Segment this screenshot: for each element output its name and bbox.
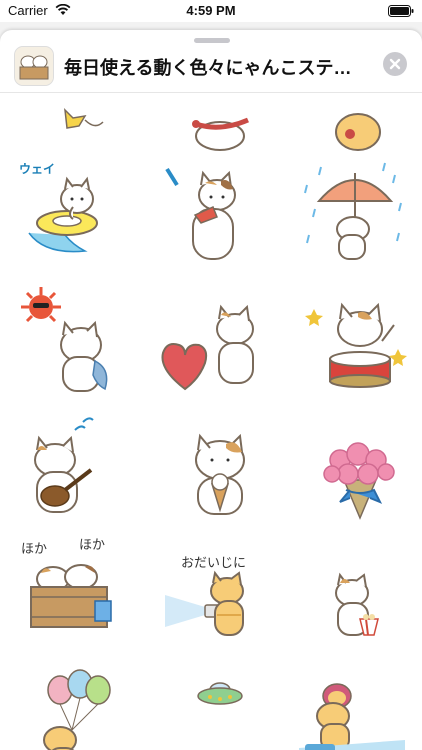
battery-icon — [388, 5, 414, 17]
sticker-water-gun-cat[interactable] — [155, 155, 275, 275]
ice-cream-cat-icon — [195, 433, 245, 515]
sticker-sun-sunglasses-cat[interactable] — [15, 285, 135, 405]
sticker-popcorn-cat[interactable] — [300, 535, 420, 655]
heart-cat-icon — [161, 304, 254, 391]
sticker-ufo-beam-cat[interactable] — [295, 660, 415, 750]
flower-bouquet-icon — [323, 442, 395, 520]
water-gun-cat-icon — [165, 167, 236, 260]
sheet-header: 毎日使える動く色々にゃんこステ… — [0, 44, 422, 93]
sticker-grid: ウェイ ほか ほか おだいじに — [0, 30, 422, 750]
sticker-balloons-cat[interactable] — [20, 660, 140, 750]
swim-ring-cat-icon: ウェイ — [19, 162, 98, 253]
sticker-drum-cat[interactable] — [300, 285, 420, 405]
bath-cats-icon: ほか ほか — [21, 537, 112, 628]
sun-sunglasses-cat-icon — [21, 287, 108, 392]
umbrella-cat-icon — [304, 162, 402, 260]
sticker-pack-title: 毎日使える動く色々にゃんこステ… — [64, 58, 352, 78]
sticker-ufo[interactable] — [160, 660, 280, 750]
sheet-grabber[interactable] — [194, 38, 230, 43]
clock: 4:59 PM — [186, 3, 236, 18]
sticker-flashlight-cat[interactable]: おだいじに — [155, 535, 275, 655]
sticker-ice-cream-cat[interactable] — [160, 410, 280, 530]
close-icon — [389, 58, 401, 70]
ufo-beam-cat-icon — [299, 683, 405, 750]
balloons-cat-icon — [43, 669, 111, 750]
flashlight-cat-icon: おだいじに — [165, 555, 246, 636]
sticker-bath-cats[interactable]: ほか ほか — [15, 535, 135, 655]
status-bar: Carrier 4:59 PM — [0, 0, 422, 22]
sticker-caption-hoka-left: ほか — [21, 541, 47, 556]
popcorn-cat-icon — [335, 572, 379, 636]
app-icon — [14, 46, 54, 86]
drum-cat-icon — [305, 302, 407, 388]
sticker-ukulele-cat[interactable] — [15, 410, 135, 530]
sticker-caption-way: ウェイ — [19, 162, 55, 176]
ufo-icon — [197, 682, 243, 705]
ukulele-cat-icon — [34, 417, 94, 513]
sticker-sheet: ウェイ ほか ほか おだいじに 毎日使える動く色々にゃんこステ… — [0, 30, 422, 750]
app-icon-bath-cats-icon — [15, 47, 53, 85]
sticker-flower-bouquet[interactable] — [300, 410, 420, 530]
sticker-swim-ring-cat[interactable]: ウェイ — [15, 155, 135, 275]
sticker-umbrella-cat[interactable] — [295, 155, 415, 275]
sticker-heart-cat[interactable] — [155, 285, 275, 405]
close-button[interactable] — [383, 52, 407, 76]
sticker-caption-odaijini: おだいじに — [181, 555, 246, 570]
sticker-caption-hoka-right: ほか — [79, 537, 105, 552]
